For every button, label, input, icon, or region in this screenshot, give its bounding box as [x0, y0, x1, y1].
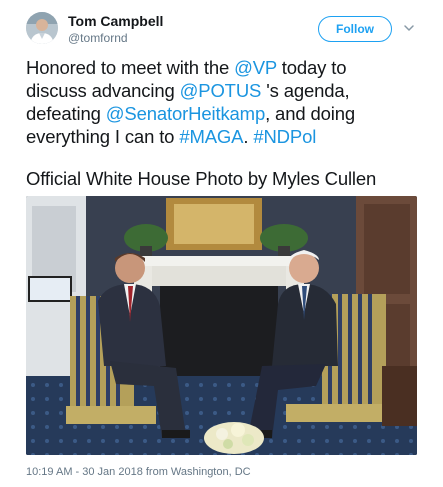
photo-credit: Official White House Photo by Myles Cull… — [26, 168, 377, 189]
tweet-text-segment: 's agenda, — [261, 80, 350, 101]
timestamp-location[interactable]: Washington, DC — [171, 466, 251, 478]
tweet-line-4: everything I can to #MAGA. #NDPol — [26, 125, 431, 148]
tweet-line-3: defeating @SenatorHeitkamp, and doing — [26, 102, 431, 125]
hashtag-maga-link[interactable]: #MAGA — [179, 126, 243, 147]
tweet-text-segment: discuss advancing — [26, 80, 180, 101]
tweet-text-segment: today to — [276, 57, 347, 78]
tweet-text-segment: , and doing — [265, 103, 355, 124]
mention-senatorheitkamp-link[interactable]: @SenatorHeitkamp — [106, 103, 265, 124]
tweet-text-segment: Honored to meet with the — [26, 57, 235, 78]
user-avatar[interactable] — [26, 12, 58, 44]
tweet-text: Honored to meet with the @VP today to di… — [26, 56, 431, 148]
tweet-text-segment: defeating — [26, 103, 106, 124]
mention-potus-link[interactable]: @POTUS — [180, 80, 262, 101]
hashtag-ndpol-link[interactable]: #NDPol — [253, 126, 316, 147]
timestamp-date[interactable]: 10:19 AM - 30 Jan 2018 from — [26, 466, 171, 478]
tweet-timestamp: 10:19 AM - 30 Jan 2018 from Washington, … — [26, 466, 251, 478]
meeting-photo[interactable] — [26, 196, 417, 455]
tweet-text-segment: everything I can to — [26, 126, 180, 147]
follow-button[interactable]: Follow — [318, 16, 392, 42]
author-display-name[interactable]: Tom Campbell — [68, 13, 163, 29]
tweet-header: Tom Campbell @tomfornd Follow — [0, 0, 443, 52]
tweet-text-segment: . — [243, 126, 254, 147]
chevron-down-icon[interactable] — [403, 22, 415, 34]
mention-vp-link[interactable]: @VP — [234, 57, 277, 78]
author-handle[interactable]: @tomfornd — [68, 31, 128, 45]
tweet-line-2: discuss advancing @POTUS 's agenda, — [26, 79, 431, 102]
tweet-line-1: Honored to meet with the @VP today to — [26, 56, 431, 79]
